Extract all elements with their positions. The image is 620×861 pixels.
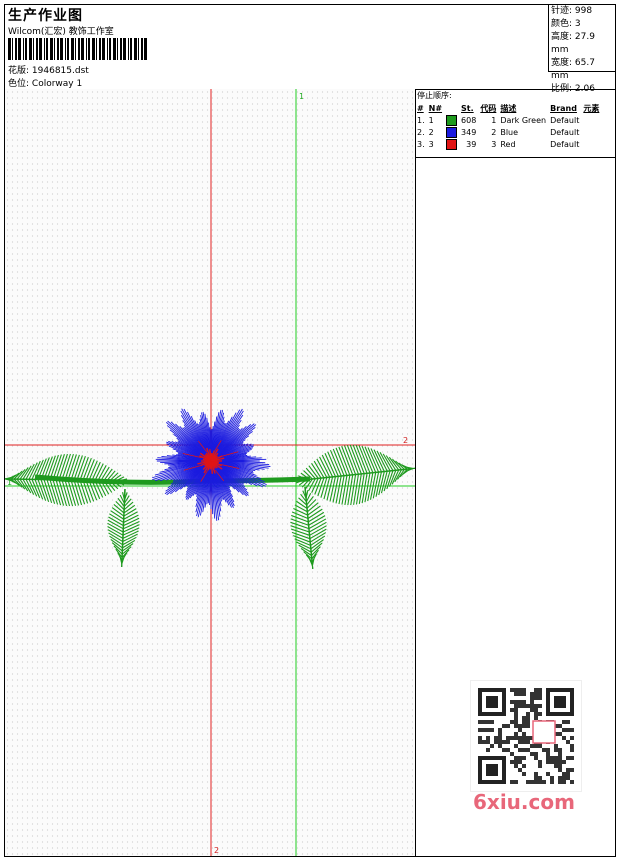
marker-red-right: 2 — [403, 436, 408, 445]
col-stitches: St. — [461, 103, 474, 113]
col-description: 描述 — [500, 103, 517, 113]
stop-sequence-panel: 停止顺序: # N# St. 代码 描述 Brand 元素 1. 1 608 1… — [415, 89, 615, 158]
stat-colors: 颜色: 3 — [551, 19, 581, 29]
col-code: 代码 — [480, 103, 497, 113]
colorway-value: Colorway 1 — [31, 79, 83, 89]
design-canvas[interactable]: 1 1 2 2 — [5, 89, 416, 856]
stop-sequence-header: # N# St. 代码 描述 Brand 元素 — [415, 102, 601, 114]
col-needle: N# — [428, 103, 443, 113]
design-label: 花版: — [8, 66, 30, 76]
design-file: 1946815.dst — [31, 66, 89, 76]
barcode-icon — [8, 38, 147, 60]
worksheet-title: 生产作业图 — [8, 8, 83, 24]
col-index: # — [417, 103, 424, 113]
qr-code-icon — [470, 680, 582, 792]
design-line: 花版: 1946815.dst — [8, 63, 89, 76]
colorway-label: 色位: — [8, 79, 30, 89]
company-name: Wilcom(汇宏) 教饰工作室 — [8, 27, 114, 37]
stat-width: 宽度: 65.7 mm — [551, 58, 595, 81]
marker-green-top: 1 — [299, 92, 304, 101]
col-element: 元素 — [583, 103, 600, 113]
colorway-line: 色位: Colorway 1 — [8, 76, 82, 89]
color-swatch — [446, 126, 458, 138]
table-row[interactable]: 1. 1 608 1 Dark Green Default — [415, 114, 601, 126]
embroidery-preview: 1 1 2 2 — [5, 89, 415, 856]
stop-sequence-table: # N# St. 代码 描述 Brand 元素 1. 1 608 1 Dark … — [415, 102, 601, 150]
seal-icon — [532, 720, 556, 744]
stat-height: 高度: 27.9 mm — [551, 32, 595, 55]
col-color — [444, 102, 459, 114]
color-swatch — [446, 138, 458, 150]
table-row[interactable]: 3. 3 39 3 Red Default — [415, 138, 601, 150]
marker-red-bottom: 2 — [214, 846, 219, 855]
stop-sequence-title: 停止顺序: — [417, 91, 452, 100]
stat-stitches: 针迹: 998 — [551, 6, 593, 16]
color-swatch — [446, 114, 458, 126]
col-brand: Brand — [550, 103, 577, 113]
table-row[interactable]: 2. 2 349 2 Blue Default — [415, 126, 601, 138]
worksheet-header: 生产作业图 Wilcom(汇宏) 教饰工作室 花版: 1946815.dst 色… — [5, 5, 615, 94]
design-stats: 针迹: 998 颜色: 3 高度: 27.9 mm 宽度: 65.7 mm 比例… — [548, 5, 615, 94]
watermark-site: 6xiu.com — [473, 790, 575, 814]
